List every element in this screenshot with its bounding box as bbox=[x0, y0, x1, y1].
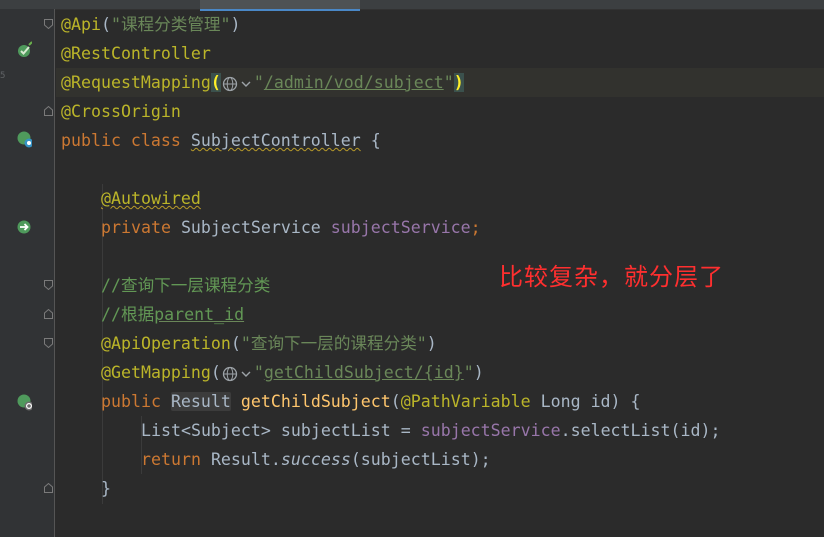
rest-controller-annotation: @RestController bbox=[61, 44, 211, 63]
api-operation-string: "查询下一层的课程分类" bbox=[240, 334, 427, 353]
static-method: success bbox=[280, 450, 351, 469]
code-line-3: @RequestMapping( "/admin/vod/subject") bbox=[61, 68, 464, 97]
editor-tab[interactable] bbox=[596, 0, 716, 9]
path-variable-annotation: @PathVariable bbox=[400, 392, 531, 411]
paren: ( bbox=[210, 363, 221, 382]
paren: ) bbox=[473, 363, 484, 382]
code-line-5: public class SubjectController { bbox=[61, 126, 381, 155]
class-name[interactable]: SubjectController bbox=[191, 131, 361, 150]
globe-icon[interactable] bbox=[222, 366, 253, 382]
quote: " bbox=[463, 363, 474, 382]
paren: ) bbox=[230, 15, 241, 34]
paren: ( bbox=[230, 334, 241, 353]
api-operation-annotation: @ApiOperation bbox=[101, 334, 231, 353]
code-line-15: List<Subject> subjectList = subjectServi… bbox=[141, 416, 720, 445]
get-mapping-annotation: @GetMapping bbox=[101, 363, 211, 382]
code-line-10: //查询下一层课程分类 bbox=[101, 271, 270, 300]
paren: ( bbox=[390, 392, 401, 411]
closing-brace: } bbox=[101, 479, 111, 498]
code-line-16: return Result.success(subjectList); bbox=[141, 445, 491, 474]
paren: ) bbox=[426, 334, 437, 353]
request-mapping-annotation: @RequestMapping bbox=[61, 73, 211, 92]
comment-param: parent_id bbox=[154, 305, 245, 324]
fold-marker-icon[interactable] bbox=[44, 309, 53, 319]
code-line-11: //根据parent_id bbox=[101, 300, 244, 329]
field-ref: subjectService bbox=[420, 421, 561, 440]
code-line-2: @RestController bbox=[61, 39, 211, 68]
method-name[interactable]: getChildSubject bbox=[241, 392, 391, 411]
editor-tab[interactable] bbox=[58, 0, 148, 9]
keyword: public bbox=[101, 392, 171, 411]
api-string: "课程分类管理" bbox=[110, 15, 231, 34]
editor-tab[interactable] bbox=[726, 0, 824, 9]
editor-tab[interactable] bbox=[372, 0, 472, 9]
keyword: public class bbox=[61, 131, 191, 150]
paren: ( bbox=[100, 15, 111, 34]
fold-marker-icon[interactable] bbox=[44, 19, 53, 29]
semicolon: ; bbox=[470, 218, 481, 237]
field-name: subjectService bbox=[330, 218, 471, 237]
arguments: (subjectList); bbox=[350, 450, 491, 469]
fold-marker-icon[interactable] bbox=[44, 338, 53, 348]
quote: " bbox=[443, 73, 454, 92]
fold-marker-icon[interactable] bbox=[44, 106, 53, 116]
keyword: return bbox=[141, 450, 211, 469]
editor-tab[interactable] bbox=[480, 0, 590, 9]
code-line-7: @Autowired bbox=[101, 184, 201, 213]
quote: " bbox=[253, 363, 264, 382]
keyword: private bbox=[101, 218, 181, 237]
type-name: SubjectService bbox=[180, 218, 331, 237]
parameters: Long id) { bbox=[530, 392, 641, 411]
code-line-17: } bbox=[101, 474, 111, 503]
fold-marker-icon[interactable] bbox=[44, 280, 53, 290]
statement: List<Subject> subjectList = bbox=[141, 421, 421, 440]
annotation-note: 比较复杂，就分层了 bbox=[499, 263, 724, 291]
icon-gutter bbox=[6, 9, 34, 537]
request-path-link[interactable]: /admin/vod/subject bbox=[264, 73, 444, 92]
method-call: .selectList(id); bbox=[560, 421, 721, 440]
code-line-13: @GetMapping( "getChildSubject/{id}") bbox=[101, 358, 484, 387]
quote: " bbox=[253, 73, 264, 92]
get-path-link[interactable]: getChildSubject/{id} bbox=[264, 363, 464, 382]
code-line-8: private SubjectService subjectService; bbox=[101, 213, 481, 242]
globe-icon[interactable] bbox=[222, 76, 253, 92]
result-type[interactable]: Result bbox=[170, 392, 231, 411]
code-line-14: public Result getChildSubject(@PathVaria… bbox=[101, 387, 641, 416]
brace: { bbox=[360, 131, 381, 150]
code-line-1: @Api("课程分类管理") bbox=[61, 10, 241, 39]
api-annotation: @Api bbox=[61, 15, 101, 34]
comment: //根据 bbox=[101, 305, 155, 324]
autowired-annotation[interactable]: @Autowired bbox=[101, 189, 201, 208]
cross-origin-annotation: @CrossOrigin bbox=[61, 102, 181, 121]
editor-tab-strip bbox=[0, 0, 824, 11]
paren-match-open: ( bbox=[210, 73, 221, 92]
code-line-4: @CrossOrigin bbox=[61, 97, 181, 126]
code-line-12: @ApiOperation("查询下一层的课程分类") bbox=[101, 329, 437, 358]
fold-marker-icon[interactable] bbox=[44, 483, 53, 493]
fold-gutter bbox=[32, 9, 55, 537]
comment: //查询下一层课程分类 bbox=[101, 276, 271, 295]
paren-match-close: ) bbox=[453, 73, 464, 92]
class-ref: Result. bbox=[210, 450, 281, 469]
